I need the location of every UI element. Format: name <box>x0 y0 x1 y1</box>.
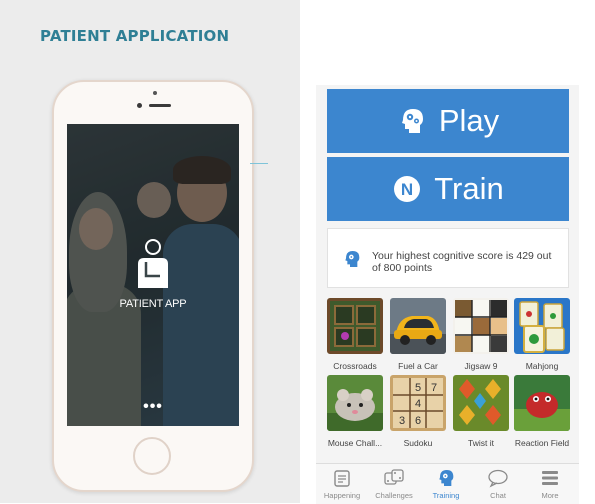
game-tile-crossroads[interactable]: Crossroads <box>325 298 385 371</box>
more-dots-icon[interactable]: ••• <box>67 399 239 415</box>
patient-icon[interactable] <box>134 238 172 294</box>
tab-label: More <box>541 491 559 500</box>
tab-challenges[interactable]: Challenges <box>368 467 420 500</box>
game-tile-reaction-field[interactable]: Reaction Field <box>512 375 572 448</box>
happening-icon <box>316 467 368 489</box>
play-label: Play <box>438 103 500 138</box>
game-label: Mouse Chall... <box>327 438 383 448</box>
svg-text:7: 7 <box>431 382 437 394</box>
mouse-challenge-thumbnail <box>327 375 383 431</box>
game-tile-mouse-challenge[interactable]: Mouse Chall... <box>325 375 385 448</box>
game-tile-mahjong[interactable]: Mahjong <box>512 298 572 371</box>
game-tile-sudoku[interactable]: 5 7 4 3 6 Sudoku <box>388 375 448 448</box>
play-button[interactable]: Play <box>327 89 569 153</box>
sudoku-thumbnail: 5 7 4 3 6 <box>390 375 446 431</box>
mahjong-thumbnail <box>514 298 570 354</box>
left-panel: PATIENT APPLICATION PATIENT APP ••• <box>0 0 300 503</box>
game-label: Jigsaw 9 <box>464 361 498 371</box>
phone-sensor <box>153 91 157 95</box>
twist-it-thumbnail <box>453 375 509 431</box>
head-gear-icon <box>397 106 427 136</box>
tab-happening[interactable]: Happening <box>316 467 368 500</box>
game-label: Sudoku <box>403 438 433 448</box>
score-card: Your highest cognitive score is 429 out … <box>327 228 569 288</box>
tab-label: Happening <box>323 491 361 500</box>
game-label: Mahjong <box>525 361 559 371</box>
score-text: Your highest cognitive score is 429 out … <box>372 250 552 274</box>
tab-label: Training <box>432 491 460 500</box>
tab-label: Chat <box>490 491 506 500</box>
game-label: Crossroads <box>333 361 377 371</box>
phone-speaker <box>149 104 171 107</box>
crossroads-thumbnail <box>327 298 383 354</box>
home-button[interactable] <box>133 437 171 475</box>
jigsaw-9-thumbnail <box>453 298 509 354</box>
svg-text:N: N <box>401 180 413 199</box>
svg-text:5: 5 <box>415 382 421 394</box>
dice-icon <box>368 467 420 489</box>
head-gear-icon <box>420 467 472 489</box>
neuron-badge-icon: N <box>392 174 422 204</box>
app-label: PATIENT APP <box>119 298 187 310</box>
svg-text:4: 4 <box>415 398 421 410</box>
svg-text:6: 6 <box>415 415 421 427</box>
tab-more[interactable]: More <box>524 467 576 500</box>
game-tile-twist-it[interactable]: Twist it <box>451 375 511 448</box>
chat-bubble-icon <box>472 467 524 489</box>
svg-text:3: 3 <box>399 415 405 427</box>
game-label: Twist it <box>468 438 494 448</box>
game-label: Reaction Field <box>514 438 570 448</box>
fuel-a-car-thumbnail <box>390 298 446 354</box>
train-button[interactable]: N Train <box>327 157 569 221</box>
connector-line <box>250 163 268 164</box>
game-tile-fuel-a-car[interactable]: Fuel a Car <box>388 298 448 371</box>
tab-label: Challenges <box>375 491 413 500</box>
phone-screen: PATIENT APP ••• <box>67 124 239 426</box>
menu-icon <box>524 467 576 489</box>
phone-camera <box>137 103 142 108</box>
page-title: PATIENT APPLICATION <box>40 27 230 45</box>
reaction-field-thumbnail <box>514 375 570 431</box>
phone-mockup: PATIENT APP ••• <box>52 80 254 492</box>
game-tile-jigsaw-9[interactable]: Jigsaw 9 <box>451 298 511 371</box>
training-screen: Play N Train Your highest cognitive scor… <box>316 85 579 504</box>
game-label: Fuel a Car <box>398 361 438 371</box>
tab-training[interactable]: Training <box>420 467 472 500</box>
head-gear-icon <box>342 248 362 275</box>
train-label: Train <box>434 171 504 206</box>
tab-chat[interactable]: Chat <box>472 467 524 500</box>
tab-bar: Happening Challenges Training Chat More <box>316 463 579 504</box>
